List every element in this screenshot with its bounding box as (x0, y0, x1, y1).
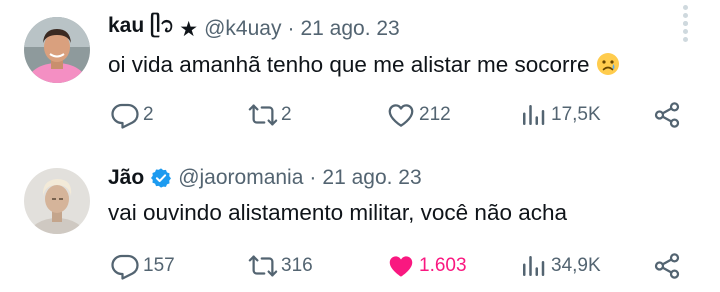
separator-dot: · (309, 166, 317, 189)
tweet[interactable]: kau ᥫ᭡ ★ @k4uay · 21 ago. 23 oi vida ama… (0, 0, 720, 146)
like-button[interactable]: 212 (386, 99, 451, 131)
tweet-actions: 2 2 212 17,5K (0, 99, 720, 131)
retweet-count: 2 (281, 104, 292, 125)
retweet-button[interactable]: 2 (248, 99, 292, 131)
display-name[interactable]: kau ᥫ᭡ (108, 11, 174, 48)
share-button[interactable] (652, 250, 682, 282)
tweet-header: kau ᥫ᭡ ★ @k4uay · 21 ago. 23 (108, 14, 400, 44)
tweet-header: Jão @jaoromania · 21 ago. 23 (108, 163, 422, 193)
retweet-count: 316 (281, 255, 313, 276)
tweet[interactable]: Jão @jaoromania · 21 ago. 23 vai ouvindo… (0, 146, 720, 292)
share-icon (654, 102, 680, 128)
heart-icon (388, 104, 414, 127)
like-count: 212 (419, 104, 451, 125)
avatar-image (24, 17, 90, 83)
reply-count: 2 (143, 104, 154, 125)
handle[interactable]: @k4uay (204, 17, 281, 41)
more-options-icon[interactable] (678, 0, 692, 30)
verified-badge-icon (150, 167, 172, 189)
reply-icon (111, 103, 139, 129)
reply-count: 157 (143, 255, 175, 276)
separator-dot: · (287, 17, 295, 40)
like-button[interactable]: 1.603 (386, 250, 467, 282)
crying-face-emoji-icon (596, 52, 620, 76)
avatar[interactable] (24, 168, 90, 234)
reply-button[interactable]: 2 (110, 99, 154, 131)
views-count: 17,5K (551, 104, 601, 125)
heart-filled-icon (389, 256, 413, 277)
avatar-image (24, 168, 90, 234)
retweet-icon (248, 104, 278, 126)
reply-icon (111, 254, 139, 280)
tweet-date[interactable]: 21 ago. 23 (300, 17, 399, 41)
tweet-date[interactable]: 21 ago. 23 (322, 166, 421, 190)
like-count: 1.603 (419, 255, 467, 276)
views-chart-icon (523, 256, 545, 276)
retweet-icon (248, 255, 278, 277)
views-button[interactable]: 17,5K (518, 99, 601, 131)
display-name[interactable]: Jão (108, 166, 144, 190)
views-button[interactable]: 34,9K (518, 250, 601, 282)
share-button[interactable] (652, 99, 682, 131)
avatar[interactable] (24, 17, 90, 83)
handle[interactable]: @jaoromania (178, 166, 303, 190)
tweet-text: vai ouvindo alistamento militar, você nã… (108, 200, 568, 225)
views-chart-icon (523, 105, 545, 125)
share-icon (654, 253, 680, 279)
retweet-button[interactable]: 316 (248, 250, 313, 282)
reply-button[interactable]: 157 (110, 250, 175, 282)
tweet-actions: 157 316 1.603 34,9K (0, 250, 720, 282)
tweet-text: oi vida amanhã tenho que me alistar me s… (108, 50, 620, 80)
name-star-symbol: ★ (179, 17, 199, 41)
tweet-text-content: oi vida amanhã tenho que me alistar me s… (108, 52, 590, 77)
views-count: 34,9K (551, 255, 601, 276)
